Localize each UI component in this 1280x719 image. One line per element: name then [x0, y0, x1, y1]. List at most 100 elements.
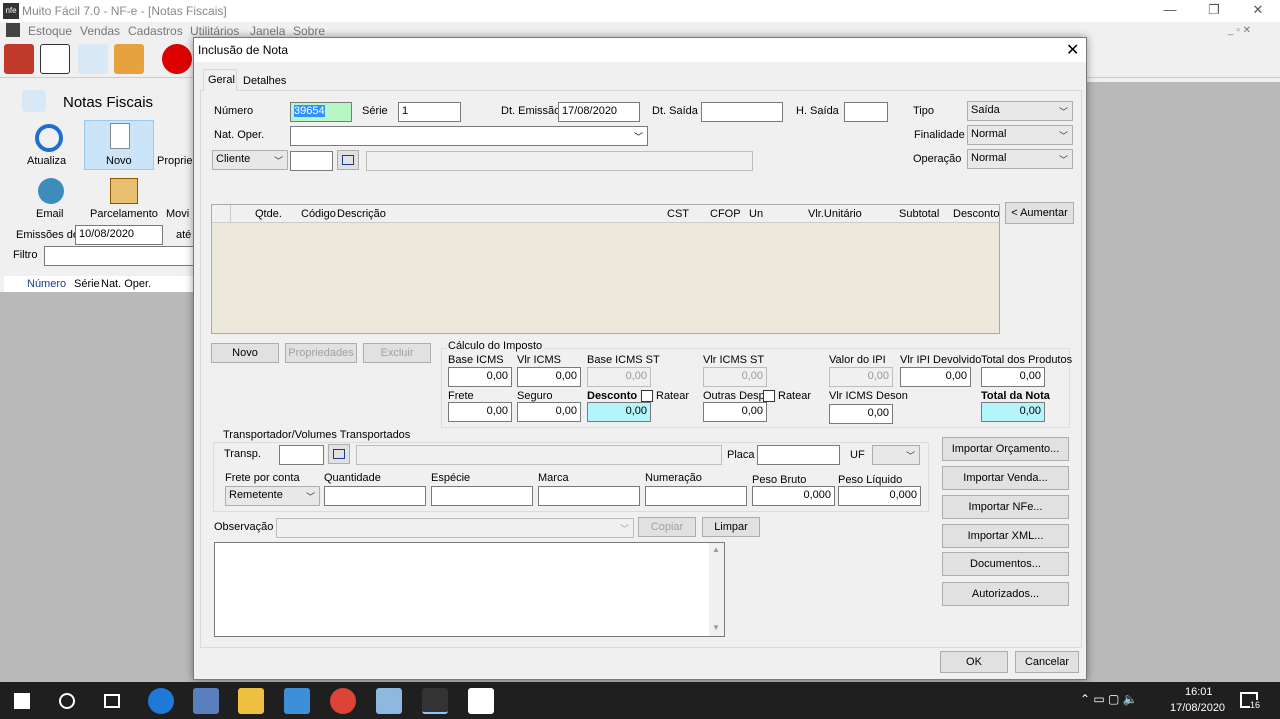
search-icon[interactable] — [59, 693, 75, 709]
documentos-button[interactable]: Documentos... — [942, 552, 1069, 576]
h-saida-input[interactable] — [844, 102, 888, 122]
cancelar-button[interactable]: Cancelar — [1015, 651, 1079, 673]
importar-nfe-button[interactable]: Importar NFe... — [942, 495, 1069, 519]
finalidade-select[interactable]: Normal ﹀ — [967, 125, 1073, 145]
tab-geral[interactable]: Geral — [203, 69, 237, 91]
limpar-button[interactable]: Limpar — [702, 517, 760, 537]
dt-saida-input[interactable] — [701, 102, 783, 122]
filtro-input[interactable] — [44, 246, 194, 266]
frete-input[interactable]: 0,00 — [448, 402, 512, 422]
power-icon[interactable] — [162, 44, 192, 74]
col-numero[interactable]: Número — [27, 278, 66, 290]
total-produtos-input[interactable]: 0,00 — [981, 367, 1045, 387]
numeracao-input[interactable] — [645, 486, 747, 506]
email-button[interactable]: Email — [36, 208, 64, 220]
email-icon[interactable] — [38, 178, 64, 204]
tipo-select[interactable]: Saída ﹀ — [967, 101, 1073, 121]
cliente-select[interactable]: Cliente ﹀ — [212, 150, 288, 170]
serie-input[interactable]: 1 — [398, 102, 461, 122]
outras-desp-input[interactable]: 0,00 — [703, 402, 767, 422]
propriedades-label[interactable]: Proprie — [157, 155, 192, 167]
col-qtde[interactable]: Qtde. — [255, 208, 282, 220]
cliente-lookup-button[interactable] — [337, 150, 359, 170]
dt-emissao-input[interactable]: 17/08/2020 — [558, 102, 640, 122]
importar-venda-button[interactable]: Importar Venda... — [942, 466, 1069, 490]
uf-select[interactable]: ﹀ — [872, 445, 920, 465]
tab-detalhes[interactable]: Detalhes — [238, 71, 288, 90]
task-view-icon[interactable] — [104, 694, 120, 708]
transp-lookup-button[interactable] — [328, 444, 350, 464]
emissoes-from-input[interactable]: 10/08/2020 — [75, 225, 163, 245]
quantidade-input[interactable] — [324, 486, 426, 506]
marca-input[interactable] — [538, 486, 640, 506]
nfe-app-icon[interactable] — [422, 688, 448, 714]
document-app-icon[interactable] — [468, 688, 494, 714]
observacao-scrollbar[interactable]: ▲ ▼ — [709, 543, 724, 636]
importar-xml-button[interactable]: Importar XML... — [942, 524, 1069, 548]
vlr-ipi-devolvido-input[interactable]: 0,00 — [900, 367, 971, 387]
col-desconto[interactable]: Desconto — [953, 208, 999, 220]
control-panel-icon[interactable] — [284, 688, 310, 714]
barcode-icon[interactable] — [40, 44, 70, 74]
col-serie[interactable]: Série — [74, 278, 100, 290]
col-un[interactable]: Un — [749, 208, 763, 220]
menu-estoque[interactable]: Estoque — [28, 24, 72, 38]
desconto-input[interactable]: 0,00 — [587, 402, 651, 422]
seguro-input[interactable]: 0,00 — [517, 402, 581, 422]
chrome-icon[interactable] — [330, 688, 356, 714]
col-codigo[interactable]: Código — [301, 208, 336, 220]
especie-input[interactable] — [431, 486, 533, 506]
desconto-ratear-checkbox[interactable] — [641, 390, 653, 402]
numero-input[interactable]: 39654 — [290, 102, 352, 122]
cliente-code-input[interactable] — [290, 151, 333, 171]
placa-input[interactable] — [757, 445, 840, 465]
parcelamento-icon[interactable] — [110, 178, 138, 204]
transp-code-input[interactable] — [279, 445, 324, 465]
nfe-pen-icon[interactable] — [376, 688, 402, 714]
parcelamento-button[interactable]: Parcelamento — [90, 208, 158, 220]
col-cst[interactable]: CST — [667, 208, 689, 220]
vlr-icms-input[interactable]: 0,00 — [517, 367, 581, 387]
minimize-button[interactable]: — — [1148, 0, 1192, 22]
menu-cadastros[interactable]: Cadastros — [128, 24, 183, 38]
file-explorer-icon[interactable] — [238, 688, 264, 714]
aumentar-button[interactable]: < Aumentar — [1005, 202, 1074, 224]
novo-item-button[interactable]: Novo — [211, 343, 279, 363]
col-subtotal[interactable]: Subtotal — [899, 208, 939, 220]
col-vlr-unitario[interactable]: Vlr.Unitário — [808, 208, 862, 220]
items-grid[interactable]: Qtde. Código Descrição CST CFOP Un Vlr.U… — [211, 204, 1000, 334]
refresh-icon[interactable] — [35, 124, 63, 152]
col-cfop[interactable]: CFOP — [710, 208, 741, 220]
peso-liquido-input[interactable]: 0,000 — [838, 486, 921, 506]
operacao-select[interactable]: Normal ﹀ — [967, 149, 1073, 169]
maximize-button[interactable]: ❐ — [1192, 0, 1236, 22]
menu-utilitarios[interactable]: Utilitários — [190, 24, 239, 38]
calculator-icon[interactable] — [193, 688, 219, 714]
nfe-icon[interactable] — [78, 44, 108, 74]
observacao-textarea[interactable]: ▲ ▼ — [214, 542, 725, 637]
ok-button[interactable]: OK — [940, 651, 1008, 673]
scroll-up-icon[interactable]: ▲ — [712, 545, 720, 554]
windows-start-icon[interactable] — [14, 693, 30, 709]
users-icon[interactable] — [114, 44, 144, 74]
vlr-icms-deson-input[interactable]: 0,00 — [829, 404, 893, 424]
edge-icon[interactable] — [148, 688, 174, 714]
dialog-close-icon[interactable]: ✕ — [1066, 40, 1079, 60]
system-tray-icons[interactable]: ⌃ ▭ ▢ 🔈 — [1080, 692, 1138, 706]
truck-icon[interactable] — [4, 44, 34, 74]
importar-orcamento-button[interactable]: Importar Orçamento... — [942, 437, 1069, 461]
mdi-controls[interactable]: _ ▫ ✕ — [1228, 25, 1251, 36]
base-icms-input[interactable]: 0,00 — [448, 367, 512, 387]
movimento-button[interactable]: Movi — [166, 208, 189, 220]
menu-vendas[interactable]: Vendas — [80, 24, 120, 38]
frete-conta-select[interactable]: Remetente ﹀ — [225, 486, 320, 506]
autorizados-button[interactable]: Autorizados... — [942, 582, 1069, 606]
col-nat-oper[interactable]: Nat. Oper. — [101, 278, 151, 290]
nat-oper-select[interactable]: ﹀ — [290, 126, 648, 146]
menu-janela[interactable]: Janela — [250, 24, 285, 38]
scroll-down-icon[interactable]: ▼ — [712, 623, 720, 632]
peso-bruto-input[interactable]: 0,000 — [752, 486, 835, 506]
col-descricao[interactable]: Descrição — [337, 208, 386, 220]
close-window-button[interactable]: ✕ — [1236, 0, 1280, 22]
atualiza-button[interactable]: Atualiza — [27, 155, 66, 167]
